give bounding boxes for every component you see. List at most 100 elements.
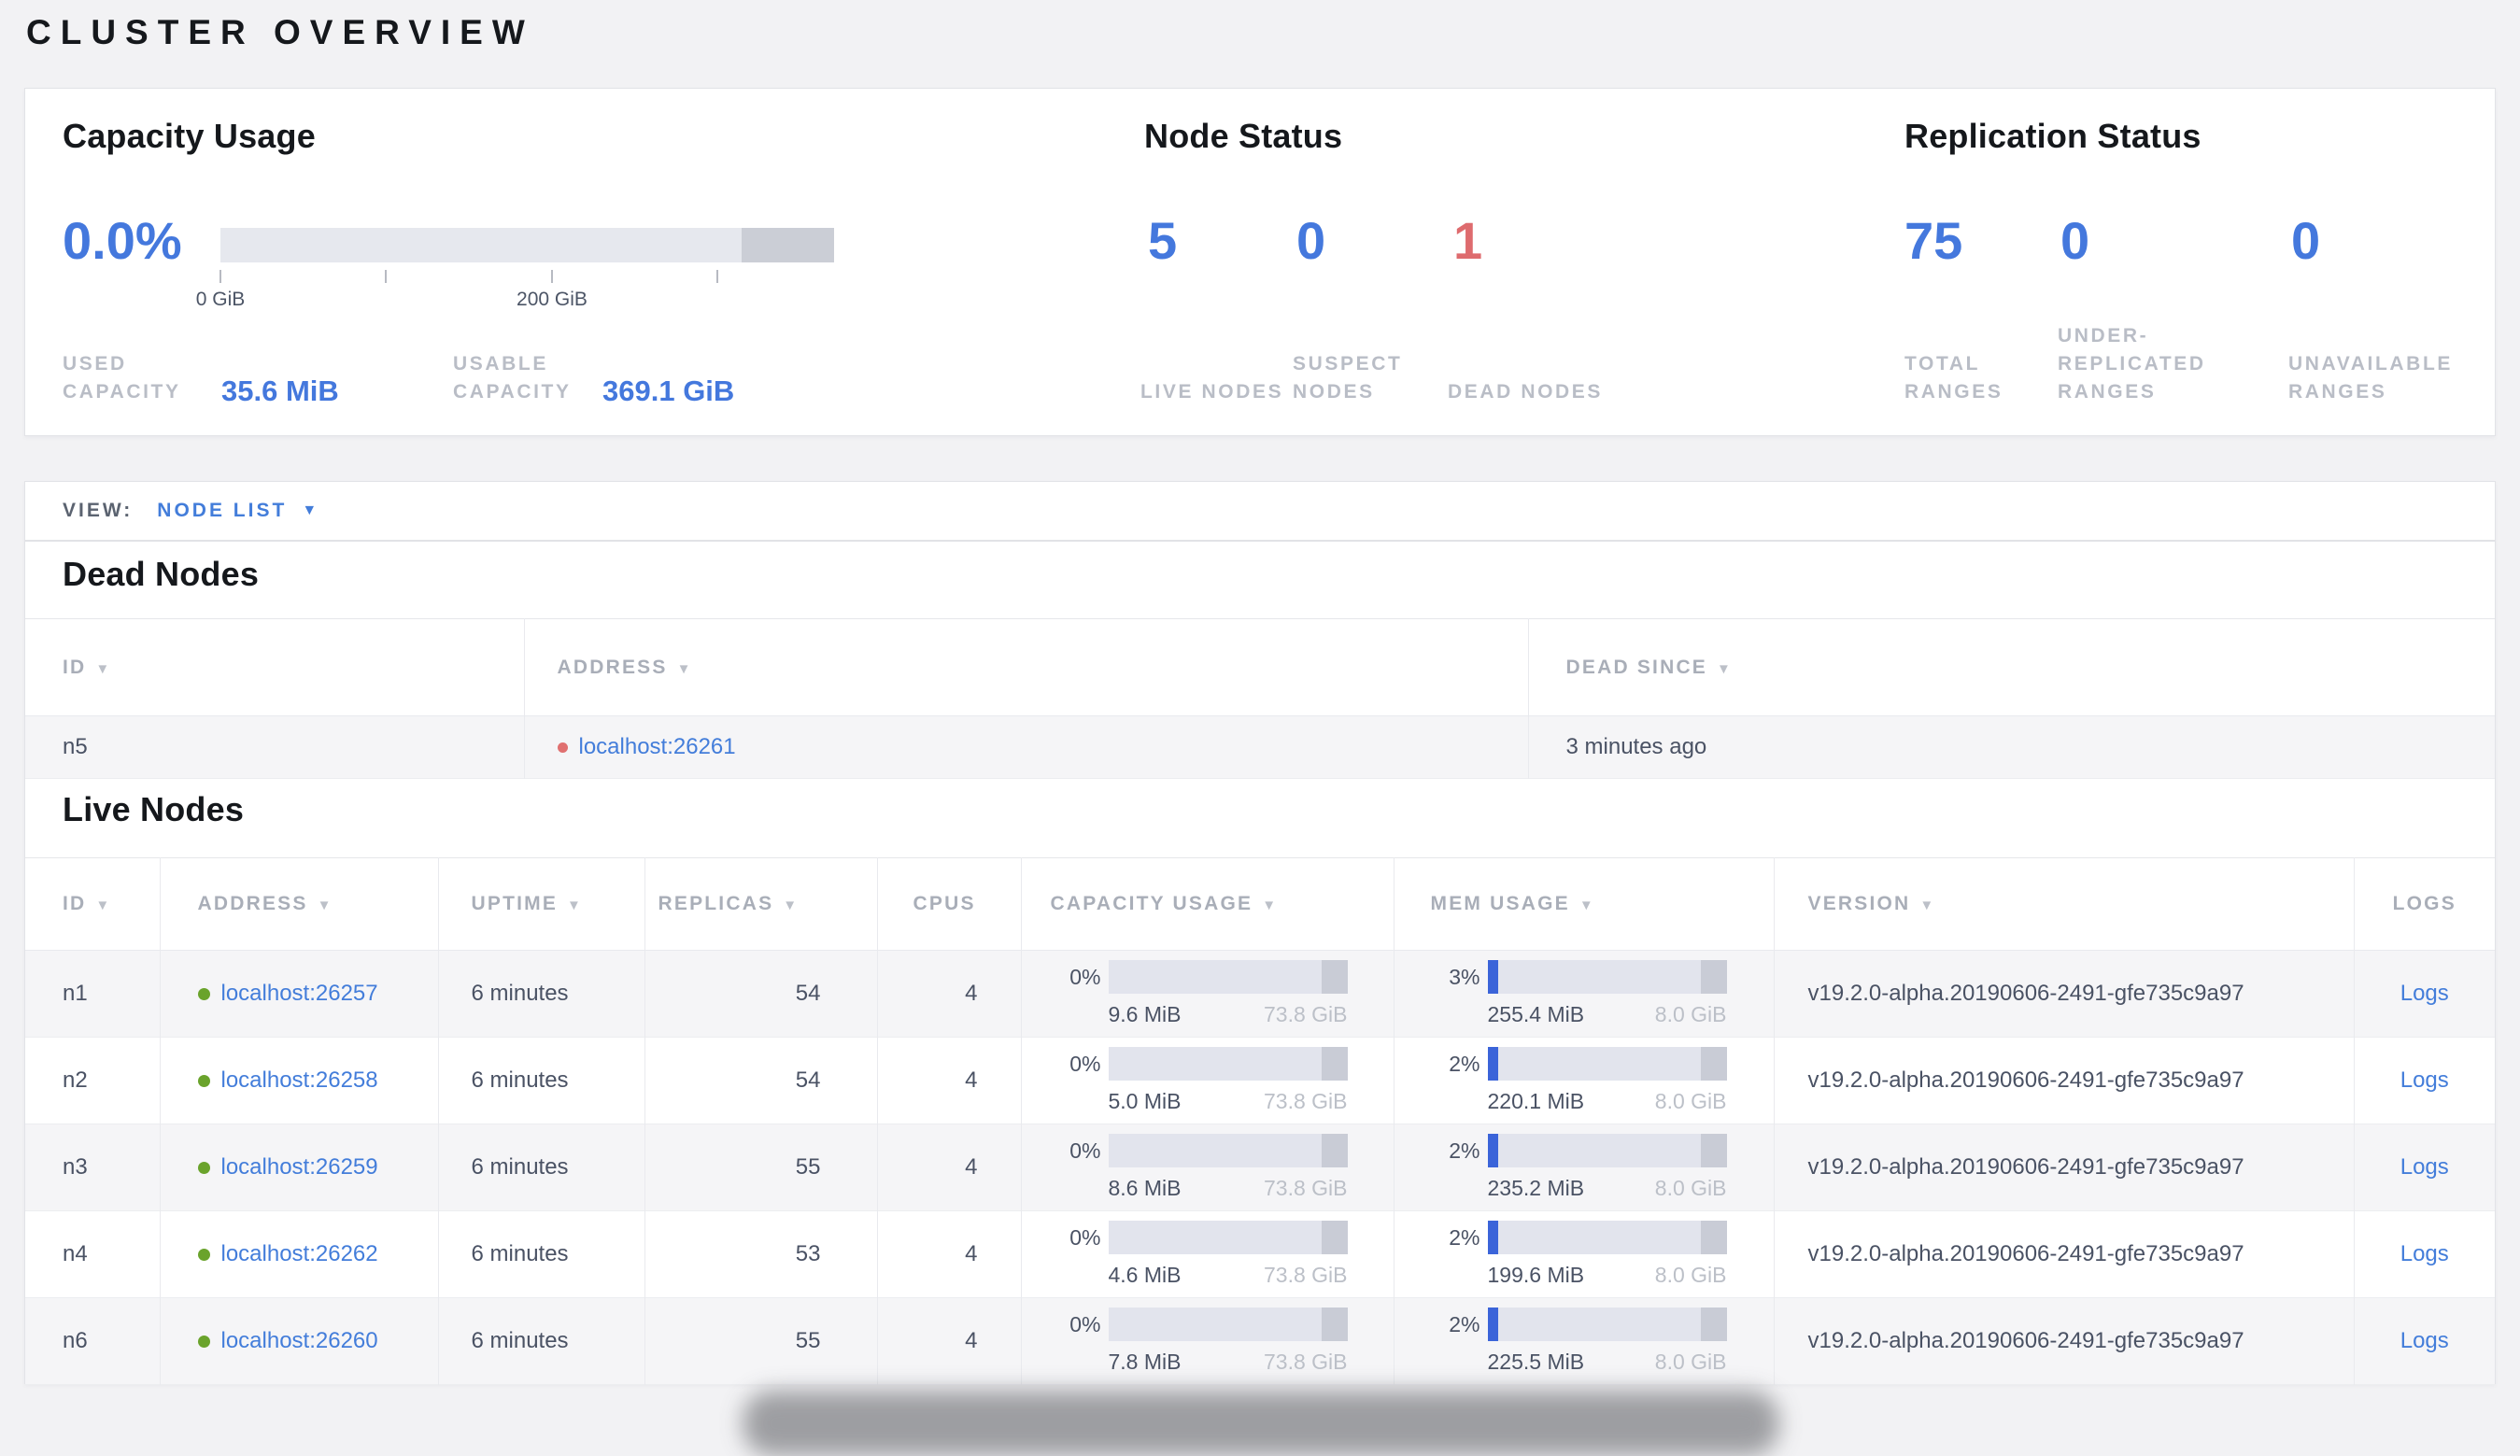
- column-header-address[interactable]: ADDRESS ▼: [523, 618, 1528, 716]
- mem-usage-cell: 2% 235.2 MiB 8.0 GiB: [1393, 1124, 1774, 1211]
- view-selector-bar: VIEW: NODE LIST ▼: [24, 481, 2496, 541]
- caret-down-icon[interactable]: ▼: [302, 502, 317, 519]
- node-address-link[interactable]: localhost:26260: [221, 1328, 378, 1353]
- capacity-used: 7.8 MiB: [1108, 1350, 1182, 1374]
- capacity-bar: [1108, 1308, 1348, 1341]
- mem-usage-cell: 3% 255.4 MiB 8.0 GiB: [1393, 950, 1774, 1038]
- mem-used: 225.5 MiB: [1487, 1350, 1585, 1374]
- dead-status-icon: [557, 742, 568, 754]
- logs-link[interactable]: Logs: [2400, 1067, 2449, 1093]
- mem-total: 8.0 GiB: [1654, 1176, 1727, 1200]
- capacity-usable: 73.8 GiB: [1264, 1350, 1348, 1374]
- mem-bar: [1487, 1308, 1727, 1341]
- view-dropdown[interactable]: NODE LIST: [157, 500, 287, 522]
- cluster-summary-panel: Capacity Usage Node Status Replication S…: [24, 88, 2496, 436]
- capacity-usage-bar: [220, 228, 834, 262]
- node-id: n1: [63, 981, 88, 1006]
- used-capacity-label: USED CAPACITY: [63, 353, 181, 403]
- mem-used: 255.4 MiB: [1487, 1002, 1585, 1026]
- dead-nodes-heading: Dead Nodes: [63, 555, 260, 593]
- dead-nodes-count: 1: [1453, 211, 1483, 270]
- usable-capacity-value: 369.1 GiB: [602, 375, 735, 407]
- node-id: n5: [63, 734, 88, 759]
- capacity-usage-cell: 0% 9.6 MiB 73.8 GiB: [1020, 950, 1394, 1038]
- node-address-cell: localhost:26261: [523, 715, 1528, 779]
- mem-bar-cap: [1700, 1047, 1727, 1081]
- logs-link[interactable]: Logs: [2400, 1241, 2449, 1266]
- mem-bar: [1487, 1221, 1727, 1254]
- logs-cell: Logs: [2353, 1297, 2495, 1385]
- table-row: n3 localhost:26259 6 minutes 55 4 0% 8.6…: [25, 1124, 2495, 1211]
- column-header-capacity-usage[interactable]: CAPACITY USAGE ▼: [1020, 857, 1394, 951]
- node-status-heading: Node Status: [1144, 117, 1343, 155]
- node-id: n4: [63, 1241, 88, 1266]
- suspect-nodes-count: 0: [1296, 211, 1326, 270]
- column-header-address[interactable]: ADDRESS ▼: [159, 857, 438, 951]
- mem-bar: [1487, 960, 1727, 994]
- column-header-id[interactable]: ID ▼: [25, 858, 160, 951]
- axis-tick-label: 0 GiB: [195, 289, 246, 310]
- column-header-cpus: CPUS: [876, 857, 1021, 951]
- node-address-link[interactable]: localhost:26262: [221, 1241, 378, 1266]
- table-row: n6 localhost:26260 6 minutes 55 4 0% 7.8…: [25, 1297, 2495, 1385]
- column-header-id[interactable]: ID ▼: [25, 619, 524, 716]
- node-cpus: 4: [876, 950, 1021, 1038]
- page-title: CLUSTER OVERVIEW: [26, 13, 534, 51]
- node-replicas: 53: [644, 1210, 877, 1298]
- logs-link[interactable]: Logs: [2400, 1154, 2449, 1180]
- unavailable-ranges-count: 0: [2291, 211, 2321, 270]
- capacity-usable: 73.8 GiB: [1264, 1089, 1348, 1113]
- capacity-bar-cap: [1321, 1047, 1348, 1081]
- sort-desc-icon: ▼: [676, 660, 691, 677]
- column-header-uptime[interactable]: UPTIME ▼: [437, 857, 644, 951]
- node-address-link[interactable]: localhost:26259: [221, 1154, 378, 1180]
- node-address-link[interactable]: localhost:26261: [579, 734, 736, 759]
- sort-desc-icon: ▼: [1262, 898, 1277, 913]
- node-version: v19.2.0-alpha.20190606-2491-gfe735c9a97: [1773, 1124, 2354, 1211]
- node-id: n3: [63, 1154, 88, 1180]
- node-uptime: 6 minutes: [437, 1297, 644, 1385]
- capacity-percent: 0%: [1069, 1051, 1101, 1076]
- capacity-bar-cap: [1321, 1308, 1348, 1341]
- node-version: v19.2.0-alpha.20190606-2491-gfe735c9a97: [1773, 1297, 2354, 1385]
- column-header-mem-usage[interactable]: MEM USAGE ▼: [1393, 857, 1774, 951]
- node-address-cell: localhost:26262: [159, 1210, 438, 1298]
- node-address-link[interactable]: localhost:26258: [221, 1067, 378, 1093]
- mem-total: 8.0 GiB: [1654, 1089, 1727, 1113]
- logs-link[interactable]: Logs: [2400, 981, 2449, 1006]
- capacity-usable: 73.8 GiB: [1264, 1176, 1348, 1200]
- node-address-cell: localhost:26259: [159, 1124, 438, 1211]
- capacity-used: 4.6 MiB: [1108, 1263, 1182, 1287]
- mem-bar-fill: [1487, 960, 1498, 994]
- capacity-used-percent: 0.0%: [63, 211, 182, 270]
- table-row: n2 localhost:26258 6 minutes 54 4 0% 5.0…: [25, 1037, 2495, 1124]
- sort-desc-icon: ▼: [1717, 660, 1731, 677]
- logs-link[interactable]: Logs: [2400, 1328, 2449, 1353]
- node-address-link[interactable]: localhost:26257: [221, 981, 378, 1006]
- capacity-bar-cap: [1321, 960, 1348, 994]
- node-replicas: 54: [644, 950, 877, 1038]
- column-header-version[interactable]: VERSION ▼: [1773, 857, 2354, 951]
- logs-cell: Logs: [2353, 950, 2495, 1038]
- node-replicas: 55: [644, 1124, 877, 1211]
- total-ranges-label: TOTAL RANGES: [1904, 353, 2003, 403]
- live-status-icon: [197, 1075, 210, 1088]
- total-ranges-count: 75: [1904, 211, 1963, 270]
- node-address-cell: localhost:26258: [159, 1037, 438, 1124]
- capacity-bar: [1108, 1134, 1348, 1167]
- node-version: v19.2.0-alpha.20190606-2491-gfe735c9a97: [1773, 1037, 2354, 1124]
- mem-used: 220.1 MiB: [1487, 1089, 1585, 1113]
- capacity-used: 8.6 MiB: [1108, 1176, 1182, 1200]
- sort-desc-icon: ▼: [567, 898, 581, 913]
- column-header-dead-since[interactable]: DEAD SINCE ▼: [1527, 618, 2495, 716]
- capacity-usage-cell: 0% 5.0 MiB 73.8 GiB: [1020, 1037, 1394, 1124]
- capacity-bar: [1108, 1047, 1348, 1081]
- capacity-used: 5.0 MiB: [1108, 1089, 1182, 1113]
- mem-total: 8.0 GiB: [1654, 1002, 1727, 1026]
- mem-bar: [1487, 1134, 1727, 1167]
- mem-percent: 3%: [1449, 964, 1480, 989]
- live-status-icon: [197, 1249, 210, 1262]
- capacity-used: 9.6 MiB: [1108, 1002, 1182, 1026]
- node-address-cell: localhost:26260: [159, 1297, 438, 1385]
- column-header-replicas[interactable]: REPLICAS ▼: [644, 857, 877, 951]
